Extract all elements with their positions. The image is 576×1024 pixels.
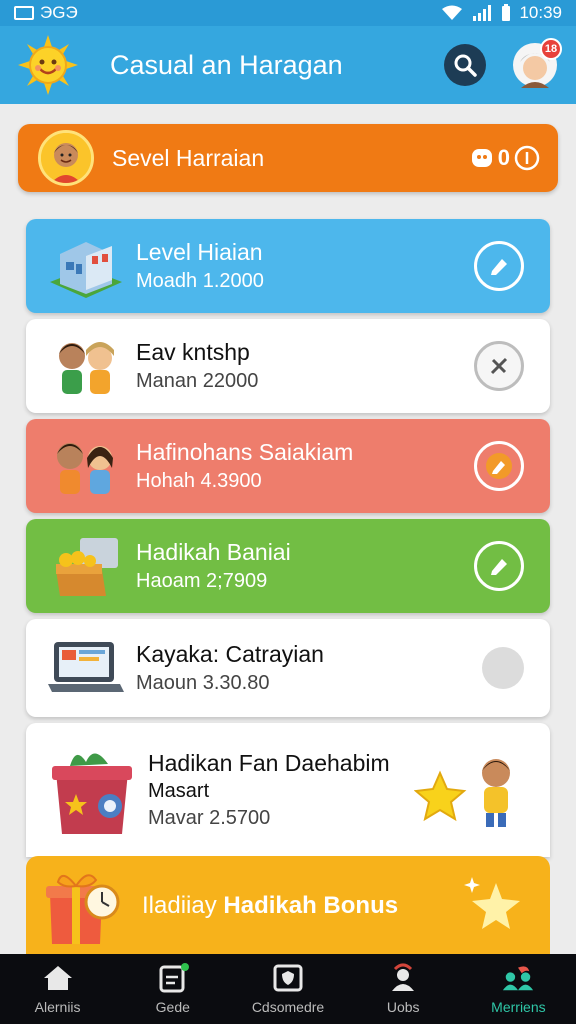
nav-item-gede[interactable]: Gede: [115, 954, 230, 1024]
nav-label: Uobs: [386, 999, 420, 1015]
nav-item-home[interactable]: Alerniis: [0, 954, 115, 1024]
profile-avatar[interactable]: 18: [512, 38, 562, 88]
status-toggle[interactable]: [482, 647, 524, 689]
list-item-subtitle: Hohah 4.3900: [136, 470, 262, 492]
laptop-icon: [46, 632, 126, 704]
kids-pair-icon: [46, 430, 126, 502]
list-item[interactable]: Hadikah Baniai Haoam 2;7909: [26, 519, 550, 613]
bottom-nav: Alerniis Gede Cdsomedre Uobs Merriens: [0, 954, 576, 1024]
tools-button[interactable]: [474, 341, 524, 391]
nav-item-uobs[interactable]: Uobs: [346, 954, 461, 1024]
edit-button[interactable]: [474, 241, 524, 291]
notification-badge-icon: 18: [540, 38, 562, 60]
home-icon: [41, 963, 75, 993]
building-icon: [46, 230, 126, 302]
nav-label: Alerniis: [34, 999, 81, 1015]
app-title: Casual an Haragan: [110, 49, 343, 80]
list-item-subtitle: Maoun 3.30.80: [136, 672, 270, 694]
banner-counter: 0: [470, 145, 540, 171]
banner-title: Sevel Harraian: [112, 144, 265, 171]
list-item-title-line2: Masart: [148, 780, 210, 802]
coin-icon: [514, 145, 540, 171]
list-item[interactable]: Kayaka: Catrayian Maoun 3.30.80: [26, 619, 550, 717]
nav-label: Cdsomedre: [251, 999, 325, 1015]
list-item-title: Hadikah Baniai: [136, 539, 291, 565]
nav-item-cdsomedre[interactable]: Cdsomedre: [230, 954, 345, 1024]
search-icon: [454, 54, 477, 77]
list-item[interactable]: Eav kntshp Manan 22000: [26, 319, 550, 413]
gallery-icon: [14, 6, 34, 20]
bonus-title: Iladiiay Hadikah Bonus: [142, 892, 398, 920]
battery-icon: [502, 4, 511, 21]
status-bar: ЭGЭ 10:39: [0, 0, 576, 26]
nav-label: Merriens: [491, 999, 546, 1015]
bonus-card[interactable]: Iladiiay Hadikah Bonus: [26, 856, 550, 956]
app-screen: ЭGЭ 10:39 Casual an Haragan 18 Sevel Har…: [0, 0, 576, 1024]
kid-avatar: [38, 130, 94, 186]
status-left-text: ЭGЭ: [40, 3, 78, 22]
list-item-subtitle: Mavar 2.5700: [148, 807, 271, 829]
kids-illustration-icon: [46, 330, 126, 402]
nav-item-merriens[interactable]: Merriens: [461, 954, 576, 1024]
list-item[interactable]: Hadikan Fan Daehabim Masart Mavar 2.5700: [26, 723, 550, 857]
sparkle-star-icon: [464, 877, 520, 929]
edit-button[interactable]: [474, 441, 524, 491]
app-header: Casual an Haragan 18: [0, 26, 576, 104]
bonus-prefix: Iladiiay: [142, 892, 217, 919]
treasure-box-icon: [46, 530, 126, 602]
ghost-icon: [471, 149, 492, 167]
list-item-title: Kayaka: Catrayian: [136, 641, 324, 667]
gift-clock-icon: [46, 874, 120, 944]
list-item-title: Eav kntshp: [136, 339, 250, 365]
user-icon: [386, 963, 420, 993]
tools-icon: [490, 357, 508, 375]
list-item-title: Hadikan Fan Daehabim: [148, 750, 390, 776]
calendar-icon: [156, 963, 190, 993]
signal-icon: [473, 5, 492, 21]
shield-icon: [271, 963, 305, 993]
list-item-subtitle: Haoam 2;7909: [136, 570, 268, 592]
community-icon: [501, 963, 535, 993]
pencil-icon: [491, 559, 507, 575]
list-item-title: Level Hiaian: [136, 239, 263, 265]
list-item[interactable]: Hafinohans Saiakiam Hohah 4.3900: [26, 419, 550, 513]
level-banner[interactable]: Sevel Harraian 0: [18, 124, 558, 192]
list-item[interactable]: Level Hiaian Moadh 1.2000: [26, 219, 550, 313]
status-time: 10:39: [519, 3, 562, 22]
pencil-icon: [486, 453, 512, 479]
nav-label: Gede: [155, 999, 190, 1015]
list-item-title: Hafinohans Saiakiam: [136, 439, 354, 465]
list-item-subtitle: Manan 22000: [136, 370, 259, 392]
pencil-icon: [491, 259, 507, 275]
search-button[interactable]: [444, 44, 486, 86]
star-kid-illustration-icon: [413, 745, 524, 835]
gift-box-icon: [46, 742, 138, 838]
list-item-subtitle: Moadh 1.2000: [136, 270, 264, 292]
sun-logo-icon: [18, 35, 78, 95]
banner-counter-value: 0: [497, 145, 510, 170]
edit-button[interactable]: [474, 541, 524, 591]
wifi-icon: [442, 5, 463, 20]
bonus-bold-text: Hadikah Bonus: [223, 892, 399, 919]
